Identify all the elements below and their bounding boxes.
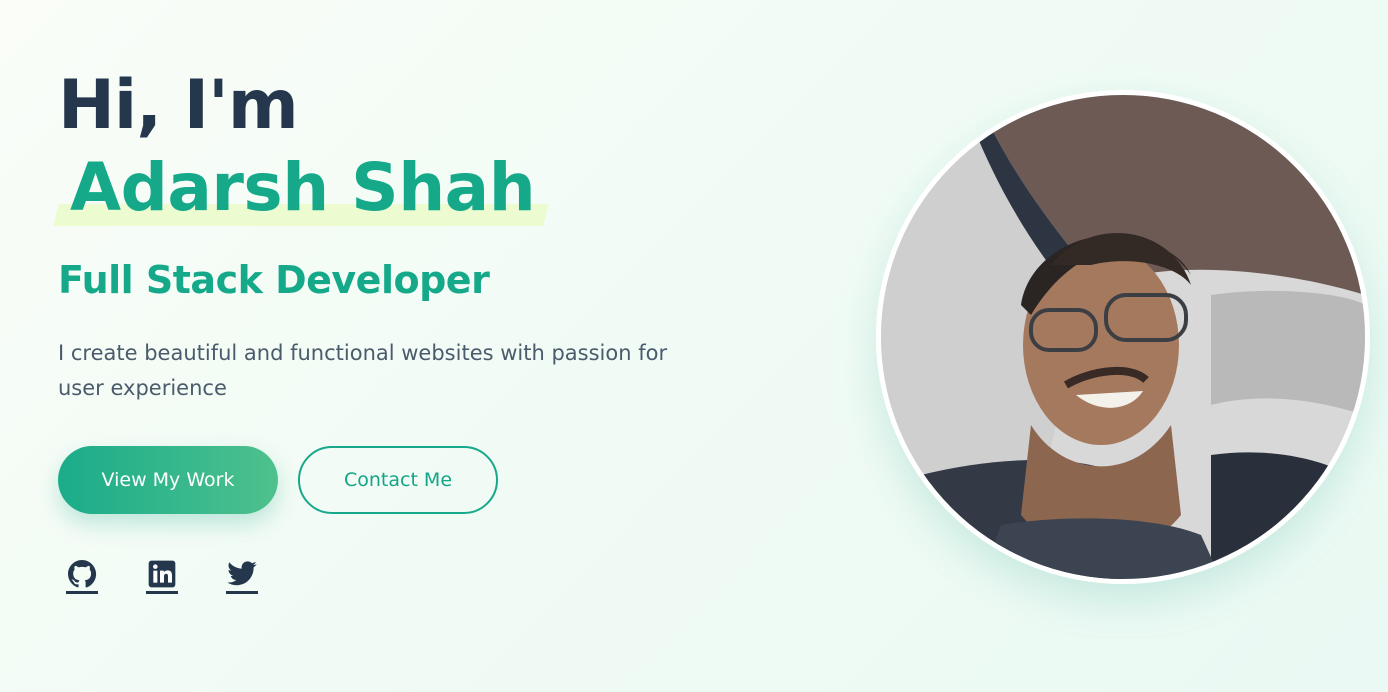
contact-me-button[interactable]: Contact Me [298, 446, 498, 514]
linkedin-link[interactable] [146, 560, 178, 594]
linkedin-icon [146, 558, 178, 594]
greeting-heading: Hi, I'm [58, 66, 299, 145]
twitter-icon [226, 558, 258, 594]
role-title: Full Stack Developer [58, 258, 490, 302]
name-heading: Adarsh Shah [70, 149, 536, 226]
hero-buttons: View My Work Contact Me [58, 446, 738, 514]
twitter-link[interactable] [226, 560, 258, 594]
profile-photo [876, 90, 1370, 584]
view-my-work-button[interactable]: View My Work [58, 446, 278, 514]
social-links [58, 558, 738, 594]
hero-section: Hi, I'm Adarsh Shah Full Stack Developer… [0, 0, 1388, 692]
hero-description: I create beautiful and functional websit… [58, 341, 668, 400]
name-block: Adarsh Shah [53, 146, 738, 230]
hero-text: Hi, I'm Adarsh Shah Full Stack Developer… [53, 64, 738, 594]
github-icon [66, 558, 98, 594]
github-link[interactable] [66, 558, 98, 594]
